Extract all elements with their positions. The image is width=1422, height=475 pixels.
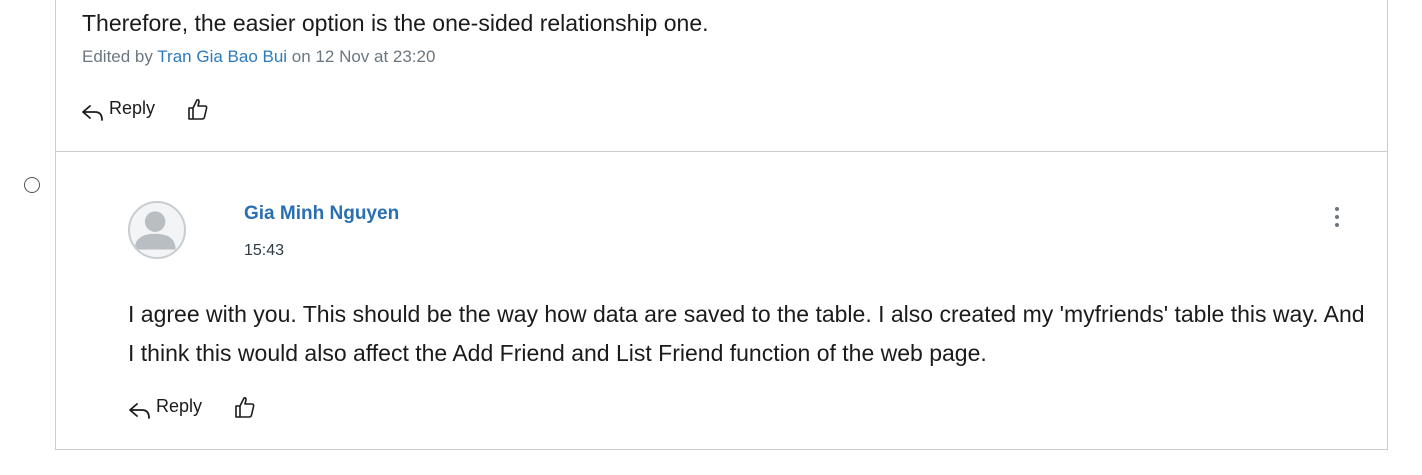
edited-prefix: Edited by <box>82 47 158 66</box>
kebab-menu-icon[interactable] <box>1327 204 1347 232</box>
thread-container: Therefore, the easier option is the one-… <box>55 0 1388 450</box>
reply-button[interactable]: Reply <box>80 98 156 125</box>
avatar[interactable] <box>128 201 186 259</box>
post-entry: Therefore, the easier option is the one-… <box>56 0 1387 152</box>
thread-marker-radio[interactable] <box>24 177 40 193</box>
post-body: I agree with you. This should be the way… <box>128 301 1365 366</box>
edited-by-link[interactable]: Tran Gia Bao Bui <box>157 47 287 66</box>
post-text: Therefore, the easier option is the one-… <box>82 10 709 36</box>
default-avatar-icon <box>134 211 176 250</box>
edited-info: Edited by Tran Gia Bao Bui on 12 Nov at … <box>82 47 435 67</box>
author-name[interactable]: Gia Minh Nguyen <box>244 203 399 225</box>
edited-suffix: on 12 Nov at 23:20 <box>287 47 436 66</box>
reply-label: Reply <box>156 396 203 416</box>
post-actions: Reply <box>127 394 258 425</box>
thumbs-up-icon <box>235 396 255 418</box>
post-actions: Reply <box>80 96 211 127</box>
reply-label: Reply <box>109 98 156 118</box>
post-timestamp: 15:43 <box>244 242 285 259</box>
reply-arrow-icon <box>82 104 103 121</box>
like-button[interactable] <box>185 96 211 127</box>
like-button[interactable] <box>232 394 258 425</box>
reply-button[interactable]: Reply <box>127 396 203 423</box>
reply-arrow-icon <box>129 402 150 419</box>
thumbs-up-icon <box>188 98 208 120</box>
